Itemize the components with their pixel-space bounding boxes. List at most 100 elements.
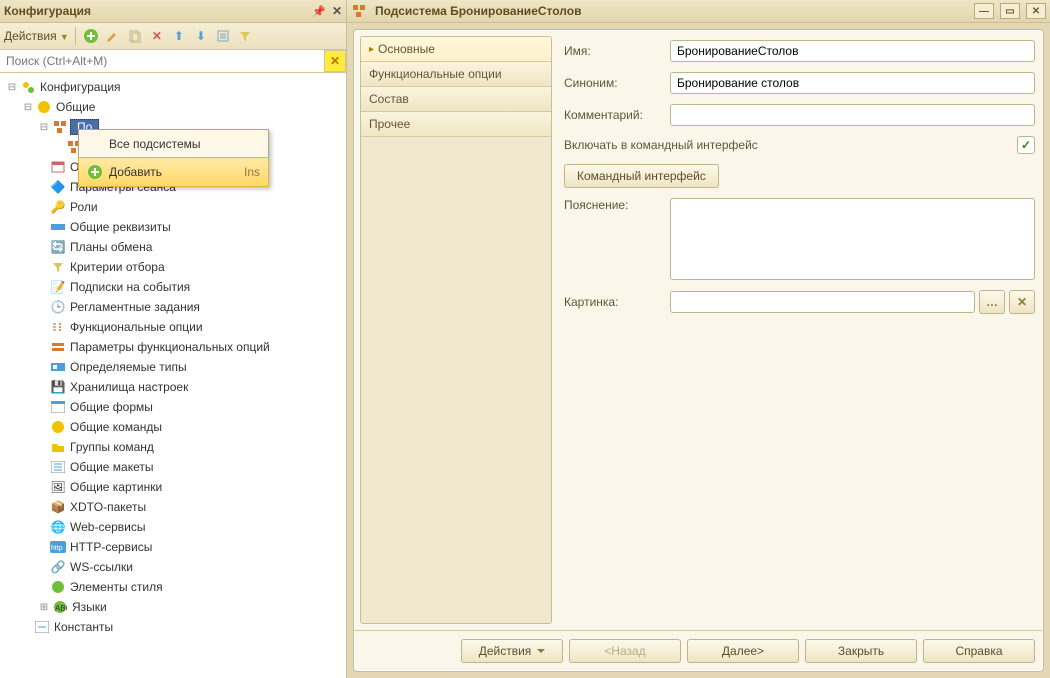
tree-item[interactable]: Критерии отбора <box>70 260 165 274</box>
tree-item[interactable]: Группы команд <box>70 440 154 454</box>
actions-menu[interactable]: Действия ▼ <box>4 29 69 43</box>
picture-clear-button[interactable]: ✕ <box>1009 290 1035 314</box>
tree-item[interactable]: Общие картинки <box>70 480 162 494</box>
tree-root[interactable]: Конфигурация <box>40 80 121 94</box>
comment-input[interactable] <box>670 104 1035 126</box>
tree-item[interactable]: Планы обмена <box>70 240 152 254</box>
item-icon <box>50 159 66 175</box>
left-toolbar: Действия ▼ ✕ ⬆ ⬇ <box>0 23 346 50</box>
form-footer: Действия <Назад Далее> Закрыть Справка <box>354 630 1043 671</box>
add-button[interactable] <box>82 27 100 45</box>
http-icon: http <box>50 539 66 555</box>
tree-item[interactable]: Параметры функциональных опций <box>70 340 270 354</box>
tree-item[interactable]: XDTO-пакеты <box>70 500 146 514</box>
tree-item[interactable]: Общие макеты <box>70 460 154 474</box>
tree-item[interactable]: Общие реквизиты <box>70 220 171 234</box>
next-button[interactable]: Далее> <box>687 639 799 663</box>
tree-toggle[interactable]: ⊟ <box>6 81 18 93</box>
tree-toggle[interactable]: ⊟ <box>38 121 50 133</box>
tree-constants[interactable]: Константы <box>54 620 113 634</box>
config-root-icon <box>20 79 36 95</box>
name-label: Имя: <box>564 44 662 58</box>
tab-functional-options[interactable]: Функциональные опции <box>361 62 551 87</box>
include-ci-checkbox[interactable]: ✓ <box>1017 136 1035 154</box>
tree-item[interactable]: HTTP-сервисы <box>70 540 152 554</box>
item-icon: 🔷 <box>50 179 66 195</box>
picture-select-button[interactable]: … <box>979 290 1005 314</box>
params-icon <box>50 339 66 355</box>
event-icon: 📝 <box>50 279 66 295</box>
cm-all-subsystems[interactable]: Все подсистемы <box>79 130 268 158</box>
comment-label: Комментарий: <box>564 108 662 122</box>
close-icon[interactable]: ✕ <box>332 4 342 18</box>
svg-text:http: http <box>51 545 63 552</box>
tree-item[interactable]: Определяемые типы <box>70 360 187 374</box>
filter-icon <box>50 259 66 275</box>
include-ci-label: Включать в командный интерфейс <box>564 138 758 152</box>
copy-button[interactable] <box>126 27 144 45</box>
tree-toggle[interactable]: ⊞ <box>38 601 50 613</box>
search-input[interactable] <box>0 51 324 71</box>
actions-button[interactable]: Действия <box>461 639 563 663</box>
tree-item[interactable]: Роли <box>70 200 98 214</box>
subsystem-icon <box>52 119 68 135</box>
picture-input[interactable] <box>670 291 975 313</box>
close-button[interactable]: ✕ <box>1026 3 1046 19</box>
context-menu: Все подсистемы Добавить Ins <box>78 129 269 187</box>
tree-item[interactable]: Регламентные задания <box>70 300 200 314</box>
constants-icon <box>34 619 50 635</box>
sort-button[interactable] <box>214 27 232 45</box>
command-interface-button[interactable]: Командный интерфейс <box>564 164 719 188</box>
tree-toggle[interactable]: ⊟ <box>22 101 34 113</box>
command-icon <box>50 419 66 435</box>
filter-button[interactable] <box>236 27 254 45</box>
tree-item[interactable]: Общие формы <box>70 400 153 414</box>
tree-item[interactable]: Web-сервисы <box>70 520 146 534</box>
left-title-text: Конфигурация <box>4 4 91 18</box>
delete-button[interactable]: ✕ <box>148 27 166 45</box>
synonym-label: Синоним: <box>564 76 662 90</box>
cm-add-shortcut: Ins <box>244 165 260 179</box>
right-area: Подсистема БронированиеСтолов — ▭ ✕ ▸Осн… <box>347 0 1050 678</box>
form-icon <box>50 399 66 415</box>
tree-languages[interactable]: Языки <box>72 600 107 614</box>
move-up-button[interactable]: ⬆ <box>170 27 188 45</box>
tab-main[interactable]: ▸Основные <box>361 37 551 62</box>
tree-item[interactable]: Функциональные опции <box>70 320 203 334</box>
tree-item[interactable]: Хранилища настроек <box>70 380 188 394</box>
synonym-input[interactable] <box>670 72 1035 94</box>
maximize-button[interactable]: ▭ <box>1000 3 1020 19</box>
item-icon <box>50 219 66 235</box>
tab-other[interactable]: Прочее <box>361 112 551 137</box>
picture-label: Картинка: <box>564 295 662 309</box>
key-icon: 🔑 <box>50 199 66 215</box>
tree-item[interactable]: Общие команды <box>70 420 162 434</box>
languages-icon: ABC <box>52 599 68 615</box>
close-form-button[interactable]: Закрыть <box>805 639 917 663</box>
form-fields: Имя: Синоним: Комментарий: Включать в ко… <box>560 36 1037 624</box>
edit-button[interactable] <box>104 27 122 45</box>
subsystem-form: ▸Основные Функциональные опции Состав Пр… <box>353 29 1044 672</box>
link-icon: 🔗 <box>50 559 66 575</box>
form-tabs: ▸Основные Функциональные опции Состав Пр… <box>360 36 552 624</box>
exchange-icon: 🔄 <box>50 239 66 255</box>
pin-icon[interactable]: 📌 <box>312 5 326 18</box>
back-button: <Назад <box>569 639 681 663</box>
tree-item[interactable]: Элементы стиля <box>70 580 163 594</box>
search-row: ✕ <box>0 50 346 73</box>
explanation-input[interactable] <box>670 198 1035 280</box>
name-input[interactable] <box>670 40 1035 62</box>
search-clear-button[interactable]: ✕ <box>324 50 346 72</box>
style-icon <box>50 579 66 595</box>
tab-content[interactable]: Состав <box>361 87 551 112</box>
move-down-button[interactable]: ⬇ <box>192 27 210 45</box>
tree-common[interactable]: Общие <box>56 100 95 114</box>
explanation-label: Пояснение: <box>564 198 662 212</box>
window-title-text: Подсистема БронированиеСтолов <box>375 4 581 18</box>
tree-item[interactable]: Подписки на события <box>70 280 190 294</box>
help-button[interactable]: Справка <box>923 639 1035 663</box>
tree-item[interactable]: WS-ссылки <box>70 560 133 574</box>
subsystem-icon <box>351 3 367 19</box>
minimize-button[interactable]: — <box>974 3 994 19</box>
cm-add[interactable]: Добавить Ins <box>78 157 269 187</box>
